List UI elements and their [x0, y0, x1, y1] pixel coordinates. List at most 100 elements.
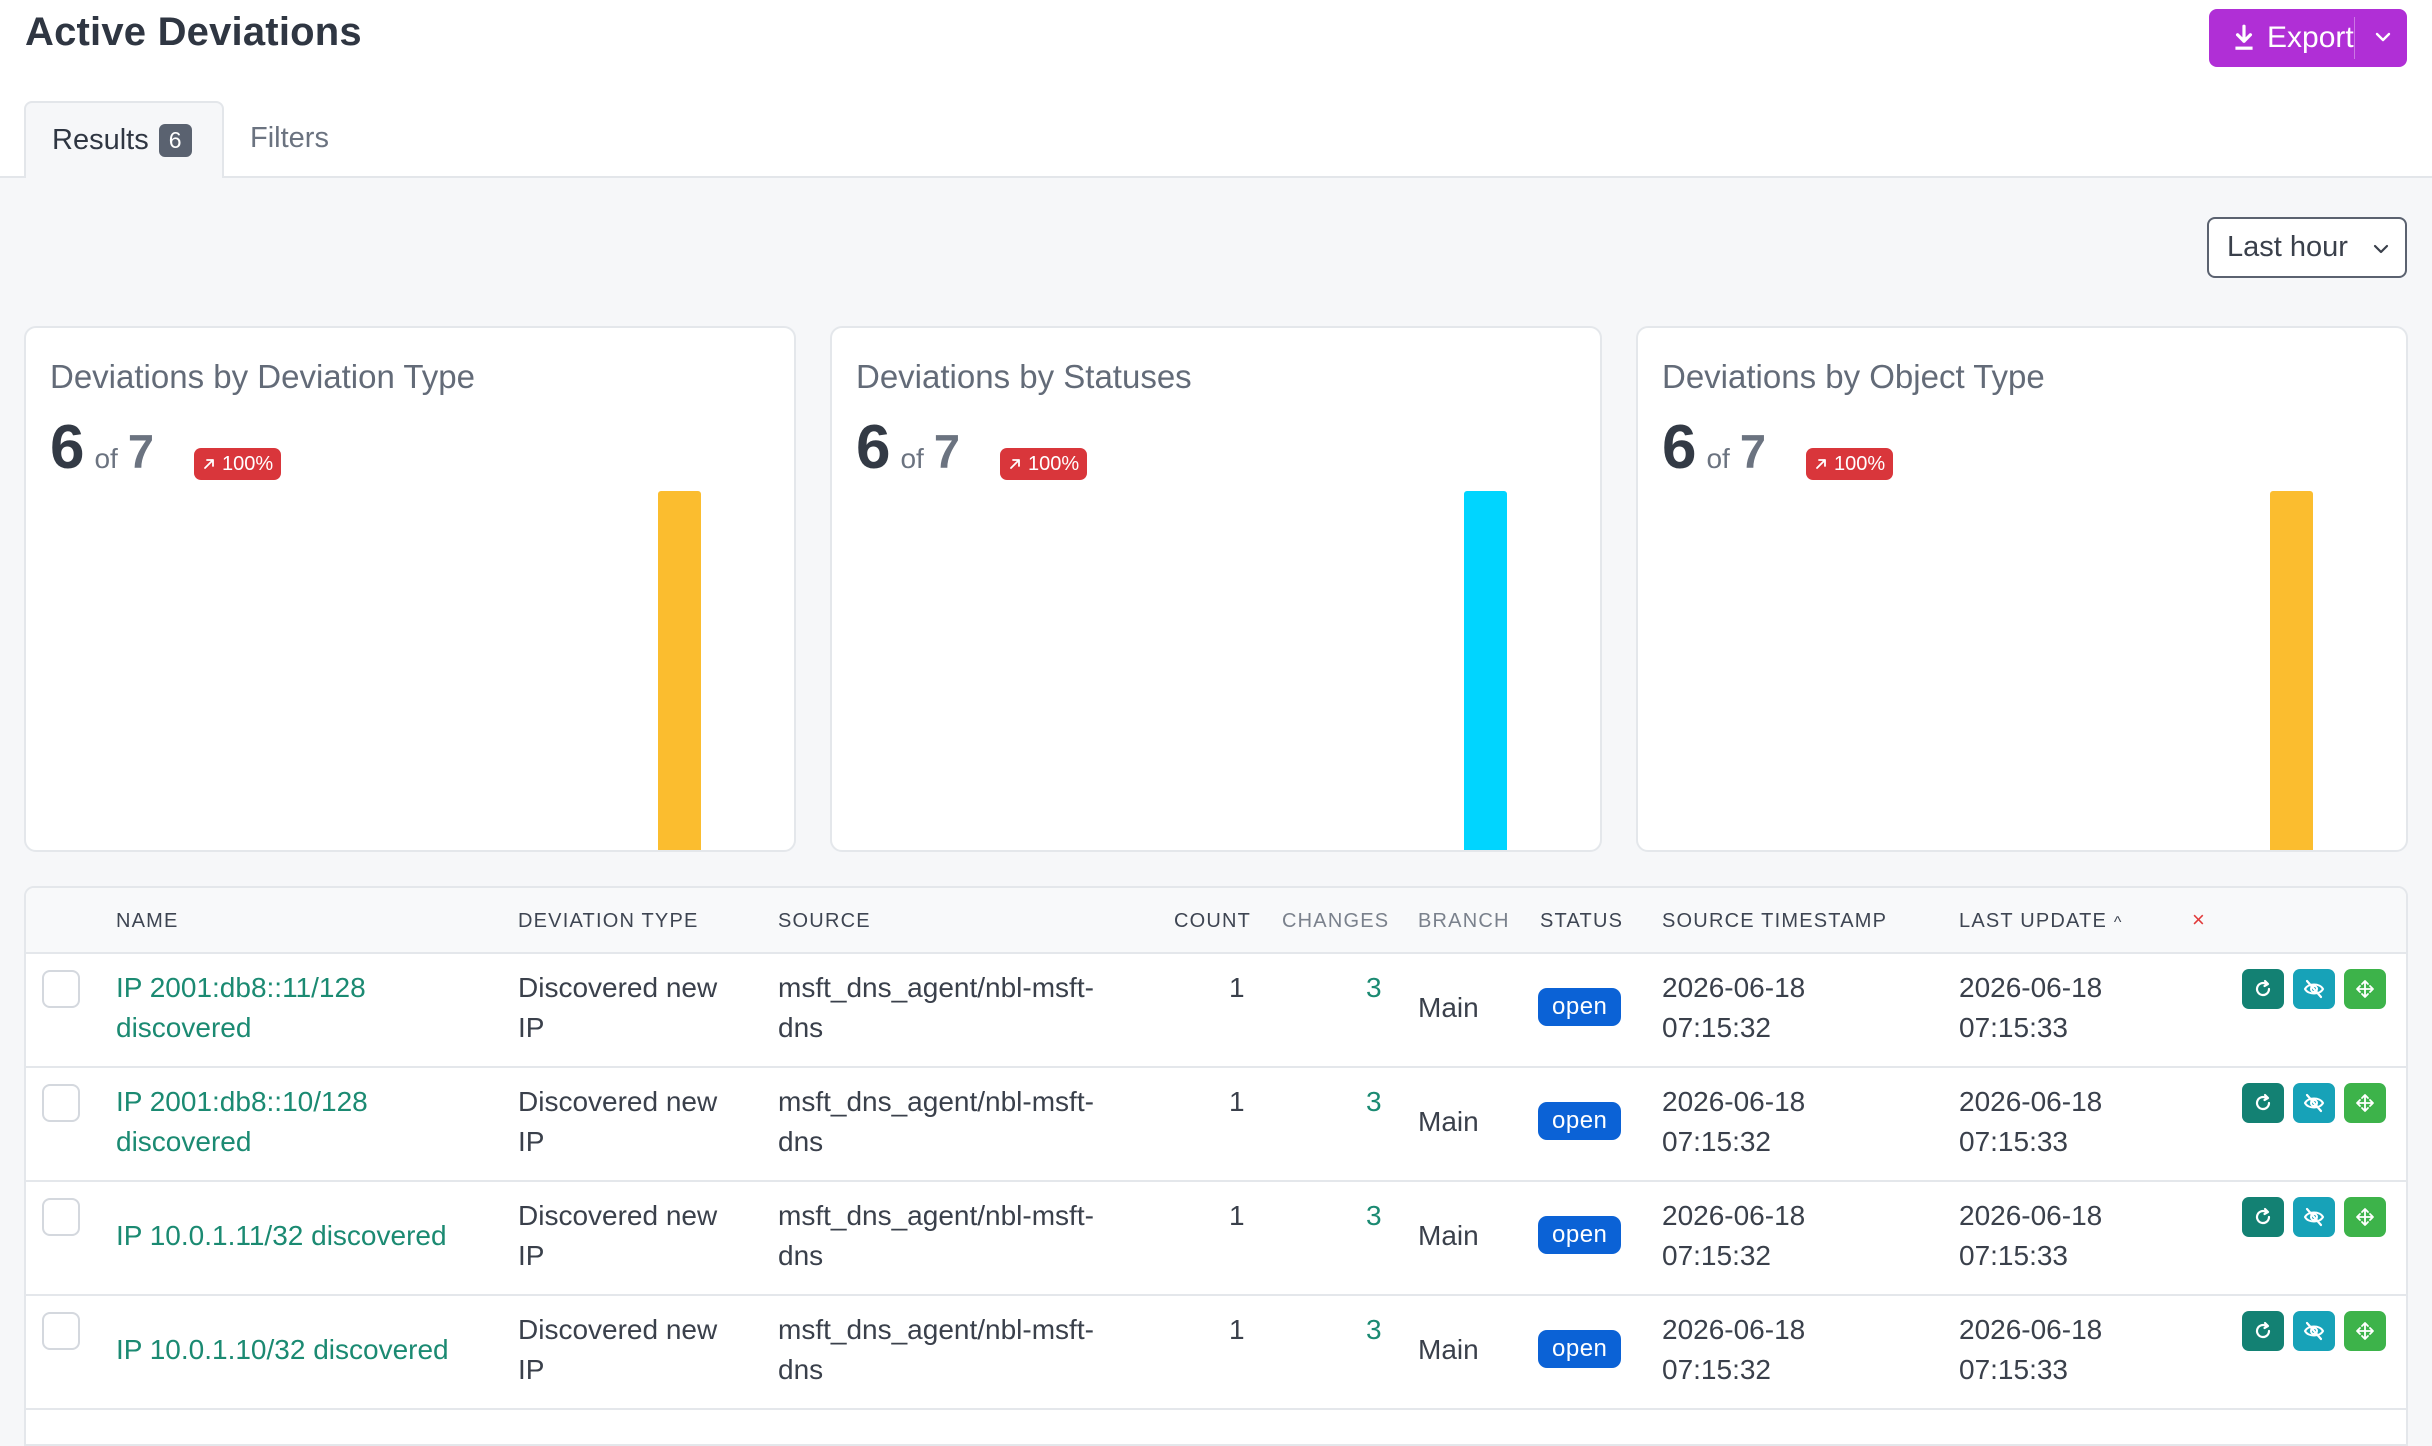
column-branch[interactable]: BRANCH [1418, 910, 1510, 933]
assign-button[interactable] [2344, 1311, 2386, 1351]
move-icon [2356, 1322, 2374, 1340]
export-button[interactable]: Export [2209, 9, 2407, 67]
trend-badge: 100% [1000, 448, 1088, 480]
source-line-1: msft_dns_agent/nbl-msft- [778, 1086, 1094, 1117]
type-line-2: IP [518, 1126, 545, 1157]
refresh-button[interactable] [2242, 969, 2284, 1009]
arrow-up-right-icon [1816, 459, 1826, 469]
tab-results[interactable]: Results 6 [24, 101, 224, 178]
row-checkbox[interactable] [42, 1084, 80, 1122]
card-of: of [900, 443, 924, 474]
column-deviation-type[interactable]: DEVIATION TYPE [518, 910, 699, 933]
name-line-1: IP 10.0.1.10/32 discovered [116, 1334, 449, 1365]
eye-slash-icon [2303, 1207, 2325, 1227]
column-status[interactable]: STATUS [1540, 910, 1623, 933]
changes-link[interactable]: 3 [1366, 1196, 1382, 1236]
tab-results-label: Results [52, 124, 149, 156]
table-row[interactable]: IP 2001:db8::11/128 discovered Discovere… [26, 952, 2406, 1068]
deviation-type-cell: Discovered new IP [518, 968, 717, 1048]
refresh-button[interactable] [2242, 1311, 2284, 1351]
results-count-badge: 6 [158, 124, 192, 157]
column-changes[interactable]: CHANGES [1282, 910, 1389, 933]
ignore-button[interactable] [2293, 969, 2335, 1009]
move-icon [2356, 980, 2374, 998]
status-badge: open [1538, 988, 1622, 1026]
deviation-type-cell: Discovered new IP [518, 1310, 717, 1390]
source-line-2: dns [778, 1354, 824, 1385]
card-object-type: Deviations by Object Type 6 of 7 100% [1636, 326, 2408, 852]
name-line-1: IP 2001:db8::10/128 [116, 1086, 368, 1117]
source-line-1: msft_dns_agent/nbl-msft- [778, 1314, 1094, 1345]
refresh-icon [2255, 1093, 2271, 1111]
last-update-cell: 2026-06-18 07:15:33 [1959, 968, 2102, 1048]
table-row[interactable]: IP 10.0.1.10/32 discovered Discovered ne… [26, 1294, 2406, 1410]
card-total: 7 [1739, 425, 1766, 478]
card-title: Deviations by Deviation Type [50, 358, 475, 395]
deviations-table: NAME DEVIATION TYPE SOURCE COUNT CHANGES… [24, 886, 2408, 1446]
column-source[interactable]: SOURCE [778, 910, 871, 933]
deviation-type-cell: Discovered new IP [518, 1196, 717, 1276]
move-icon [2356, 1094, 2374, 1112]
ignore-button[interactable] [2293, 1311, 2335, 1351]
column-name[interactable]: NAME [116, 910, 179, 933]
card-of: of [94, 443, 118, 474]
ignore-button[interactable] [2293, 1083, 2335, 1123]
table-header: NAME DEVIATION TYPE SOURCE COUNT CHANGES… [26, 888, 2406, 954]
card-value: 6 [50, 413, 85, 482]
changes-link[interactable]: 3 [1366, 1310, 1382, 1350]
last-update-cell: 2026-06-18 07:15:33 [1959, 1196, 2102, 1276]
refresh-icon [2255, 1321, 2271, 1339]
update-time: 07:15:33 [1959, 1012, 2068, 1043]
source-date: 2026-06-18 [1662, 1200, 1806, 1231]
branch-cell: Main [1418, 1106, 1479, 1137]
assign-button[interactable] [2344, 1197, 2386, 1237]
export-label: Export [2267, 21, 2354, 54]
row-checkbox[interactable] [42, 970, 80, 1008]
trend-value: 100% [1834, 452, 1886, 475]
column-last-update-label: LAST UPDATE [1959, 910, 2108, 932]
deviation-name-link[interactable]: IP 2001:db8::11/128 discovered [116, 968, 366, 1048]
time-range-value: Last hour [2227, 231, 2348, 263]
card-stat: 6 of 7 [856, 412, 960, 483]
time-range-select[interactable]: Last hour [2207, 217, 2407, 278]
source-timestamp-cell: 2026-06-18 07:15:32 [1662, 1310, 1805, 1390]
deviation-name-link[interactable]: IP 10.0.1.10/32 discovered [116, 1330, 449, 1370]
card-stat: 6 of 7 [50, 412, 154, 483]
count-cell: 1 [1229, 972, 1245, 1003]
source-cell: msft_dns_agent/nbl-msft- dns [778, 1310, 1094, 1390]
table-row[interactable]: IP 10.0.1.11/32 discovered Discovered ne… [26, 1180, 2406, 1296]
type-line-1: Discovered new [518, 1314, 718, 1345]
deviation-name-link[interactable]: IP 2001:db8::10/128 discovered [116, 1082, 368, 1162]
ignore-button[interactable] [2293, 1197, 2335, 1237]
chart-bar [1464, 491, 1507, 850]
clear-sort-icon[interactable]: × [2192, 907, 2206, 933]
source-timestamp-cell: 2026-06-18 07:15:32 [1662, 1196, 1805, 1276]
arrow-up-right-icon [204, 459, 214, 469]
refresh-button[interactable] [2242, 1197, 2284, 1237]
deviation-name-link[interactable]: IP 10.0.1.11/32 discovered [116, 1216, 447, 1256]
column-last-update[interactable]: LAST UPDATE ^ [1959, 910, 2123, 933]
source-time: 07:15:32 [1662, 1012, 1771, 1043]
assign-button[interactable] [2344, 1083, 2386, 1123]
source-timestamp-cell: 2026-06-18 07:15:32 [1662, 1082, 1805, 1162]
update-date: 2026-06-18 [1959, 972, 2103, 1003]
source-line-2: dns [778, 1240, 824, 1271]
column-source-timestamp[interactable]: SOURCE TIMESTAMP [1662, 910, 1887, 933]
card-value: 6 [856, 413, 891, 482]
refresh-button[interactable] [2242, 1083, 2284, 1123]
changes-link[interactable]: 3 [1366, 1082, 1382, 1122]
table-row[interactable]: IP 2001:db8::10/128 discovered Discovere… [26, 1066, 2406, 1182]
move-icon [2356, 1208, 2374, 1226]
column-count[interactable]: COUNT [1174, 910, 1251, 933]
chevron-down-icon[interactable] [2373, 27, 2393, 47]
source-time: 07:15:32 [1662, 1126, 1771, 1157]
card-stat: 6 of 7 [1662, 412, 1766, 483]
card-title: Deviations by Object Type [1662, 358, 2045, 395]
eye-slash-icon [2303, 979, 2325, 999]
changes-link[interactable]: 3 [1366, 968, 1382, 1008]
source-cell: msft_dns_agent/nbl-msft- dns [778, 1082, 1094, 1162]
row-checkbox[interactable] [42, 1198, 80, 1236]
row-checkbox[interactable] [42, 1312, 80, 1350]
assign-button[interactable] [2344, 969, 2386, 1009]
tab-filters[interactable]: Filters [250, 101, 329, 176]
